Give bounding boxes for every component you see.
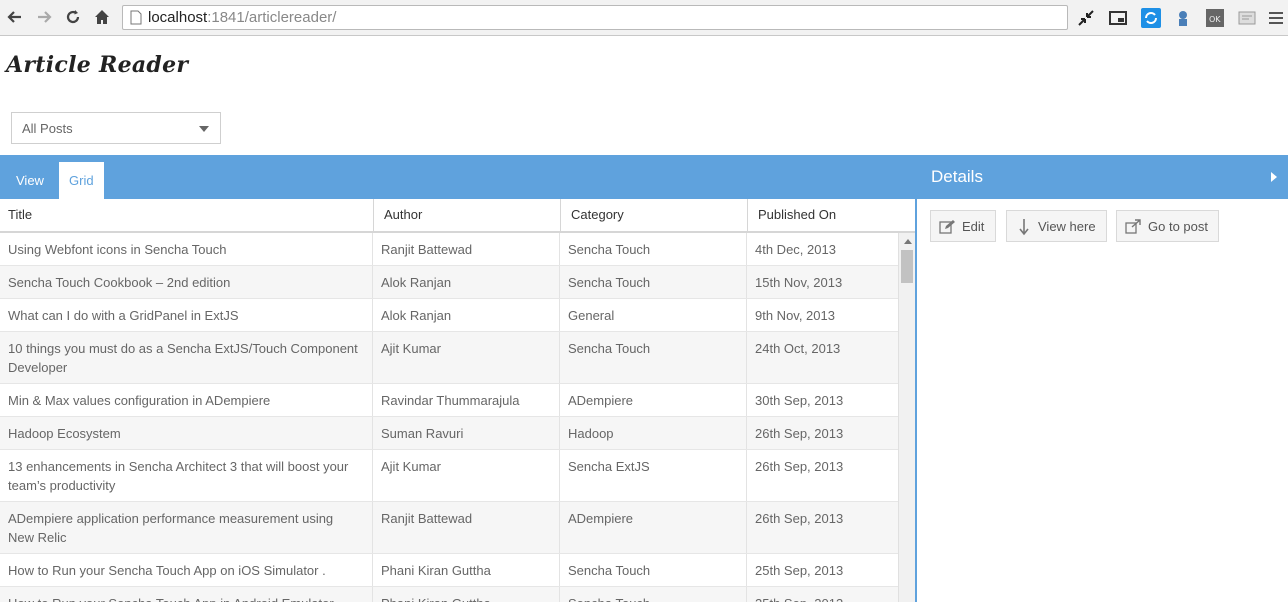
- grid-body: Using Webfont icons in Sencha Touch Ranj…: [0, 233, 898, 602]
- cell-author: Ravindar Thummarajula: [373, 384, 560, 416]
- table-row[interactable]: Hadoop Ecosystem Suman Ravuri Hadoop 26t…: [0, 417, 898, 450]
- cell-published: 24th Oct, 2013: [755, 341, 841, 356]
- table-row[interactable]: Sencha Touch Cookbook – 2nd edition Alok…: [0, 266, 898, 299]
- column-header-category[interactable]: Category: [561, 199, 748, 231]
- edit-button[interactable]: Edit: [930, 210, 996, 242]
- cell-author: Phani Kiran Guttha: [373, 587, 560, 602]
- reader-extension-icon[interactable]: [1237, 8, 1257, 28]
- download-arrow-icon: [1019, 219, 1029, 239]
- table-row[interactable]: ADempiere application performance measur…: [0, 502, 898, 554]
- cell-published: 25th Sep, 2013: [747, 587, 898, 602]
- cell-author: Alok Ranjan: [373, 299, 560, 331]
- cell-published: 15th Nov, 2013: [755, 275, 843, 290]
- cell-published: 4th Dec, 2013: [755, 242, 836, 257]
- details-header: Details: [917, 155, 1288, 199]
- tab-view[interactable]: View: [6, 162, 54, 199]
- collapse-arrow-icon[interactable]: [1271, 172, 1277, 182]
- cell-category: Sencha Touch: [560, 266, 747, 298]
- cell-category: ADempiere: [560, 384, 747, 416]
- url-text: localhost:1841/articlereader/: [148, 9, 337, 26]
- cell-author: Alok Ranjan: [373, 266, 560, 298]
- cell-category: ADempiere: [560, 502, 747, 553]
- collapse-icon[interactable]: [1076, 8, 1096, 28]
- cell-author: Ranjit Battewad: [373, 233, 560, 265]
- scroll-up-icon[interactable]: [904, 239, 912, 244]
- cell-author: Ranjit Battewad: [373, 502, 560, 553]
- column-header-title[interactable]: Title: [0, 199, 374, 231]
- reload-icon[interactable]: [62, 6, 84, 28]
- cast-icon[interactable]: [1108, 8, 1128, 28]
- articles-grid: Title Author Category Published On Using…: [0, 199, 916, 602]
- cell-category: Sencha Touch: [560, 233, 747, 265]
- cell-title: Min & Max values configuration in ADempi…: [0, 384, 373, 416]
- external-link-icon: [1125, 219, 1142, 237]
- cell-category: Sencha Touch: [560, 554, 747, 586]
- cell-title: How to Run your Sencha Touch App on iOS …: [0, 554, 373, 586]
- table-row[interactable]: What can I do with a GridPanel in ExtJS …: [0, 299, 898, 332]
- cell-author: Suman Ravuri: [373, 417, 560, 449]
- cell-title: Using Webfont icons in Sencha Touch: [0, 233, 373, 265]
- cell-category: Hadoop: [560, 417, 747, 449]
- column-header-published-on[interactable]: Published On: [748, 199, 916, 231]
- cell-published: 25th Sep, 2013: [755, 563, 844, 578]
- posts-filter-select[interactable]: All Posts: [11, 112, 221, 144]
- cell-title: Sencha Touch Cookbook – 2nd edition: [0, 266, 373, 298]
- menu-icon[interactable]: [1266, 8, 1286, 28]
- table-row[interactable]: How to Run your Sencha Touch App in Andr…: [0, 587, 898, 602]
- filter-selected-value: All Posts: [22, 121, 73, 136]
- chevron-down-icon: [199, 126, 209, 132]
- table-row[interactable]: Using Webfont icons in Sencha Touch Ranj…: [0, 233, 898, 266]
- cell-category: Sencha Touch: [560, 332, 747, 383]
- cell-published: 30th Sep, 2013: [755, 393, 844, 408]
- grid-scrollbar[interactable]: [898, 233, 916, 602]
- forward-arrow-icon[interactable]: [33, 6, 55, 28]
- details-title: Details: [931, 167, 983, 186]
- scroll-thumb[interactable]: [901, 250, 913, 283]
- cell-published: 26th Sep, 2013: [755, 511, 844, 526]
- svg-text:OK: OK: [1209, 15, 1221, 24]
- column-header-author[interactable]: Author: [374, 199, 561, 231]
- cell-published: 26th Sep, 2013: [755, 459, 844, 474]
- cell-title: How to Run your Sencha Touch App in Andr…: [0, 587, 373, 602]
- cell-author: Phani Kiran Guttha: [373, 554, 560, 586]
- cell-title: 13 enhancements in Sencha Architect 3 th…: [0, 450, 373, 501]
- sync-extension-icon[interactable]: [1141, 8, 1161, 28]
- cell-category: Sencha ExtJS: [560, 450, 747, 501]
- view-tabbar: View Grid: [0, 155, 916, 199]
- tab-grid[interactable]: Grid: [59, 162, 104, 199]
- details-panel: Details Edit View here Go to post: [915, 155, 1288, 602]
- cell-category: General: [560, 299, 747, 331]
- table-row[interactable]: 13 enhancements in Sencha Architect 3 th…: [0, 450, 898, 502]
- ok-extension-icon[interactable]: OK: [1205, 8, 1225, 28]
- browser-toolbar: localhost:1841/articlereader/ OK: [0, 0, 1288, 36]
- home-icon[interactable]: [91, 6, 113, 28]
- cell-published: 26th Sep, 2013: [755, 426, 844, 441]
- table-row[interactable]: How to Run your Sencha Touch App on iOS …: [0, 554, 898, 587]
- go-to-post-button[interactable]: Go to post: [1116, 210, 1219, 242]
- app-title: Article Reader: [6, 52, 189, 78]
- address-bar[interactable]: localhost:1841/articlereader/: [122, 5, 1068, 30]
- cell-title: 10 things you must do as a Sencha ExtJS/…: [0, 332, 373, 383]
- cell-category: Sencha Touch: [560, 587, 747, 602]
- cell-author: Ajit Kumar: [373, 450, 560, 501]
- cell-author: Ajit Kumar: [373, 332, 560, 383]
- cell-title: ADempiere application performance measur…: [0, 502, 373, 553]
- edit-icon: [939, 219, 956, 237]
- cell-published: 9th Nov, 2013: [755, 308, 835, 323]
- view-here-button[interactable]: View here: [1006, 210, 1107, 242]
- grid-header: Title Author Category Published On: [0, 199, 916, 233]
- back-arrow-icon[interactable]: [4, 6, 26, 28]
- page-icon: [130, 10, 142, 30]
- cell-title: Hadoop Ecosystem: [0, 417, 373, 449]
- cell-title: What can I do with a GridPanel in ExtJS: [0, 299, 373, 331]
- robot-extension-icon[interactable]: [1173, 8, 1193, 28]
- table-row[interactable]: Min & Max values configuration in ADempi…: [0, 384, 898, 417]
- table-row[interactable]: 10 things you must do as a Sencha ExtJS/…: [0, 332, 898, 384]
